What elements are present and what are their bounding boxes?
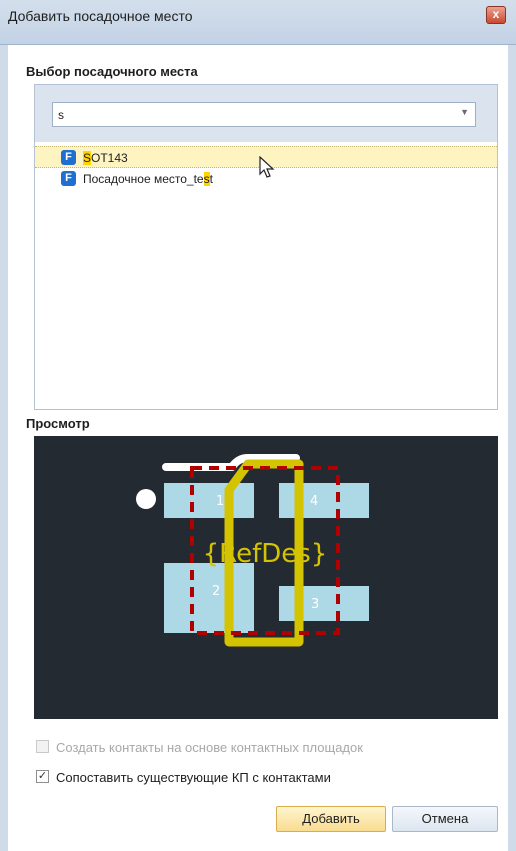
list-item-label: Посадочное место_test (83, 172, 213, 186)
refdes-label: {RefDes} (203, 539, 328, 569)
search-combobox[interactable]: s ▼ (52, 102, 476, 127)
footprint-icon: F (61, 171, 76, 186)
pad-1 (164, 483, 254, 518)
list-item-label: SOT143 (83, 151, 128, 165)
add-button[interactable]: Добавить (276, 806, 386, 832)
create-contacts-checkbox[interactable] (36, 740, 49, 753)
dialog-title: Добавить посадочное место (8, 8, 193, 24)
match-contacts-checkbox[interactable]: ✓ (36, 770, 49, 783)
match-contacts-label: Сопоставить существующие КП с контактами (56, 770, 331, 785)
label-rest: OT143 (91, 151, 128, 165)
search-match: S (83, 151, 92, 165)
footprint-preview: 1 4 2 3 {RefDes} (34, 436, 498, 719)
pad-label-2: 2 (212, 584, 220, 599)
pad-label-1: 1 (216, 494, 224, 509)
search-input[interactable]: s (58, 108, 64, 122)
selection-heading: Выбор посадочного места (26, 64, 198, 79)
close-button[interactable]: x (486, 6, 506, 24)
create-contacts-label: Создать контакты на основе контактных пл… (56, 740, 363, 755)
list-item-footprint-test[interactable]: F Посадочное место_test (35, 168, 497, 190)
pin1-marker (136, 489, 156, 509)
footprint-selection-panel: s ▼ F SOT143 F Посадочное место_test (34, 84, 498, 410)
preview-heading: Просмотр (26, 416, 90, 431)
pad-4 (279, 483, 369, 518)
chevron-down-icon[interactable]: ▼ (460, 107, 469, 117)
pad-label-4: 4 (310, 494, 318, 509)
pad-3 (279, 586, 369, 621)
cancel-button[interactable]: Отмена (392, 806, 498, 832)
search-area: s ▼ (35, 85, 497, 142)
footprint-drawing: 1 4 2 3 {RefDes} (136, 454, 369, 647)
close-icon: x (492, 7, 500, 21)
pad-2 (164, 563, 254, 633)
title-bar[interactable]: Добавить посадочное место x (0, 0, 516, 45)
label-post: t (209, 172, 213, 186)
label-pre: Посадочное место_te (83, 172, 204, 186)
pad-label-3: 3 (311, 597, 319, 612)
list-item-sot143[interactable]: F SOT143 (35, 146, 497, 178)
footprint-icon: F (61, 150, 76, 165)
